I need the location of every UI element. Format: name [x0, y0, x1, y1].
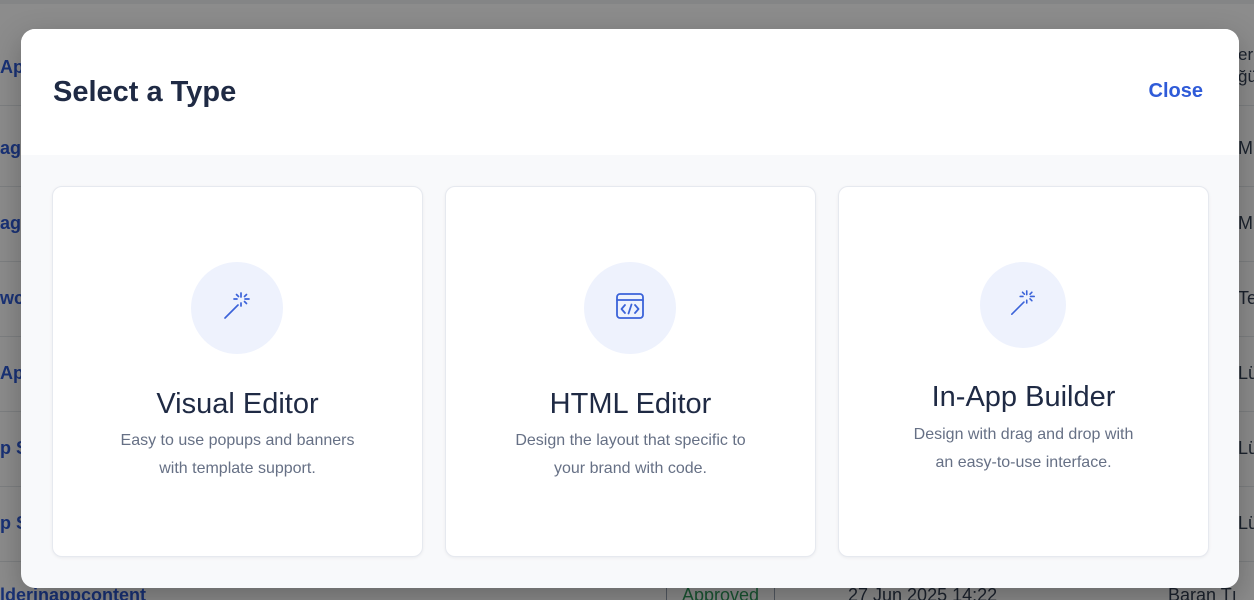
magic-wand-icon	[1009, 289, 1037, 322]
icon-badge	[980, 262, 1066, 348]
card-description-line: Design with drag and drop with	[913, 426, 1134, 443]
icon-badge	[584, 262, 676, 354]
card-description-line: your brand with code.	[554, 460, 707, 477]
card-title: Visual Editor	[156, 388, 319, 420]
select-type-modal: Select a Type Close Visual Editor Easy t…	[21, 29, 1239, 588]
modal-title: Select a Type	[53, 76, 237, 108]
card-description: Design the layout that specific to your …	[466, 427, 795, 483]
card-description: Design with drag and drop with an easy-t…	[859, 421, 1188, 477]
code-window-icon	[614, 290, 646, 327]
card-description: Easy to use popups and banners with temp…	[73, 427, 402, 483]
html-editor-card[interactable]: HTML Editor Design the layout that speci…	[445, 186, 816, 557]
card-title: HTML Editor	[549, 388, 712, 420]
card-description-line: with template support.	[159, 460, 316, 477]
icon-badge	[191, 262, 283, 354]
card-title: In-App Builder	[931, 381, 1116, 413]
close-button[interactable]: Close	[1149, 79, 1203, 103]
magic-wand-icon	[222, 291, 252, 326]
card-description-line: Design the layout that specific to	[515, 432, 746, 449]
card-description-line: Easy to use popups and banners	[120, 432, 355, 449]
visual-editor-card[interactable]: Visual Editor Easy to use popups and ban…	[52, 186, 423, 557]
modal-header: Select a Type Close	[21, 29, 1239, 155]
card-description-line: an easy-to-use interface.	[935, 454, 1112, 471]
in-app-builder-card[interactable]: In-App Builder Design with drag and drop…	[838, 186, 1209, 557]
